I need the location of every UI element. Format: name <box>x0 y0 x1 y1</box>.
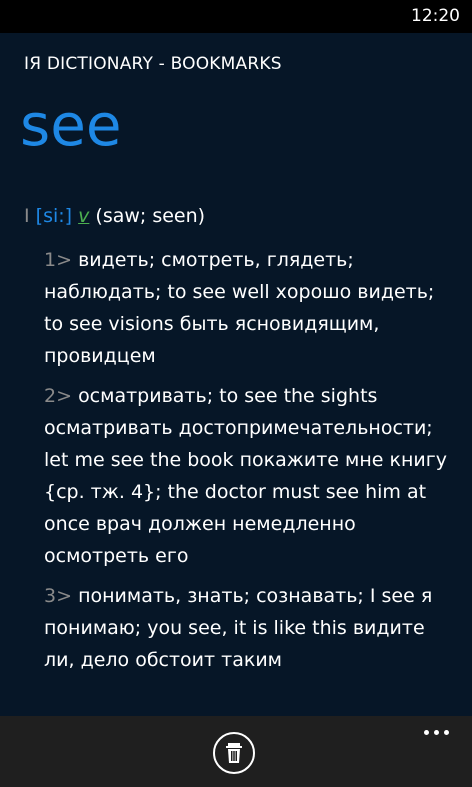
homonym-number: I <box>24 205 30 227</box>
delete-bookmark-button[interactable] <box>213 732 255 774</box>
sense-number: 3> <box>44 585 73 607</box>
sense-item: 1> видеть; смотреть, глядеть; наблюдать;… <box>44 244 454 372</box>
headword: see <box>20 91 122 159</box>
sense-text: видеть; смотреть, глядеть; наблюдать; to… <box>44 249 435 367</box>
sense-text: осматривать; to see the sights осматрива… <box>44 385 447 567</box>
sense-item: 3> понимать, знать; сознавать; I see я п… <box>44 580 454 676</box>
sense-number: 2> <box>44 385 73 407</box>
transcription: [si:] <box>35 205 73 227</box>
status-time: 12:20 <box>411 6 460 26</box>
entry-page[interactable]: IЯ DICTIONARY - BOOKMARKS see I [si:] v … <box>0 33 472 716</box>
ellipsis-icon <box>444 730 449 735</box>
entry-header: I [si:] v (saw; seen) <box>24 203 205 229</box>
app-bar <box>0 716 472 787</box>
verb-forms: (saw; seen) <box>95 205 206 227</box>
part-of-speech-link[interactable]: v <box>78 205 89 227</box>
ellipsis-icon <box>434 730 439 735</box>
sense-list: 1> видеть; смотреть, глядеть; наблюдать;… <box>44 244 454 684</box>
more-menu-button[interactable] <box>422 726 452 740</box>
sense-item: 2> осматривать; to see the sights осматр… <box>44 380 454 572</box>
sense-number: 1> <box>44 249 73 271</box>
sense-text: понимать, знать; сознавать; I see я пони… <box>44 585 433 671</box>
status-bar: 12:20 <box>0 0 472 33</box>
app-title: IЯ DICTIONARY - BOOKMARKS <box>24 54 282 74</box>
ellipsis-icon <box>424 730 429 735</box>
trash-icon <box>226 743 242 763</box>
app-root: 12:20 IЯ DICTIONARY - BOOKMARKS see I [s… <box>0 0 472 787</box>
